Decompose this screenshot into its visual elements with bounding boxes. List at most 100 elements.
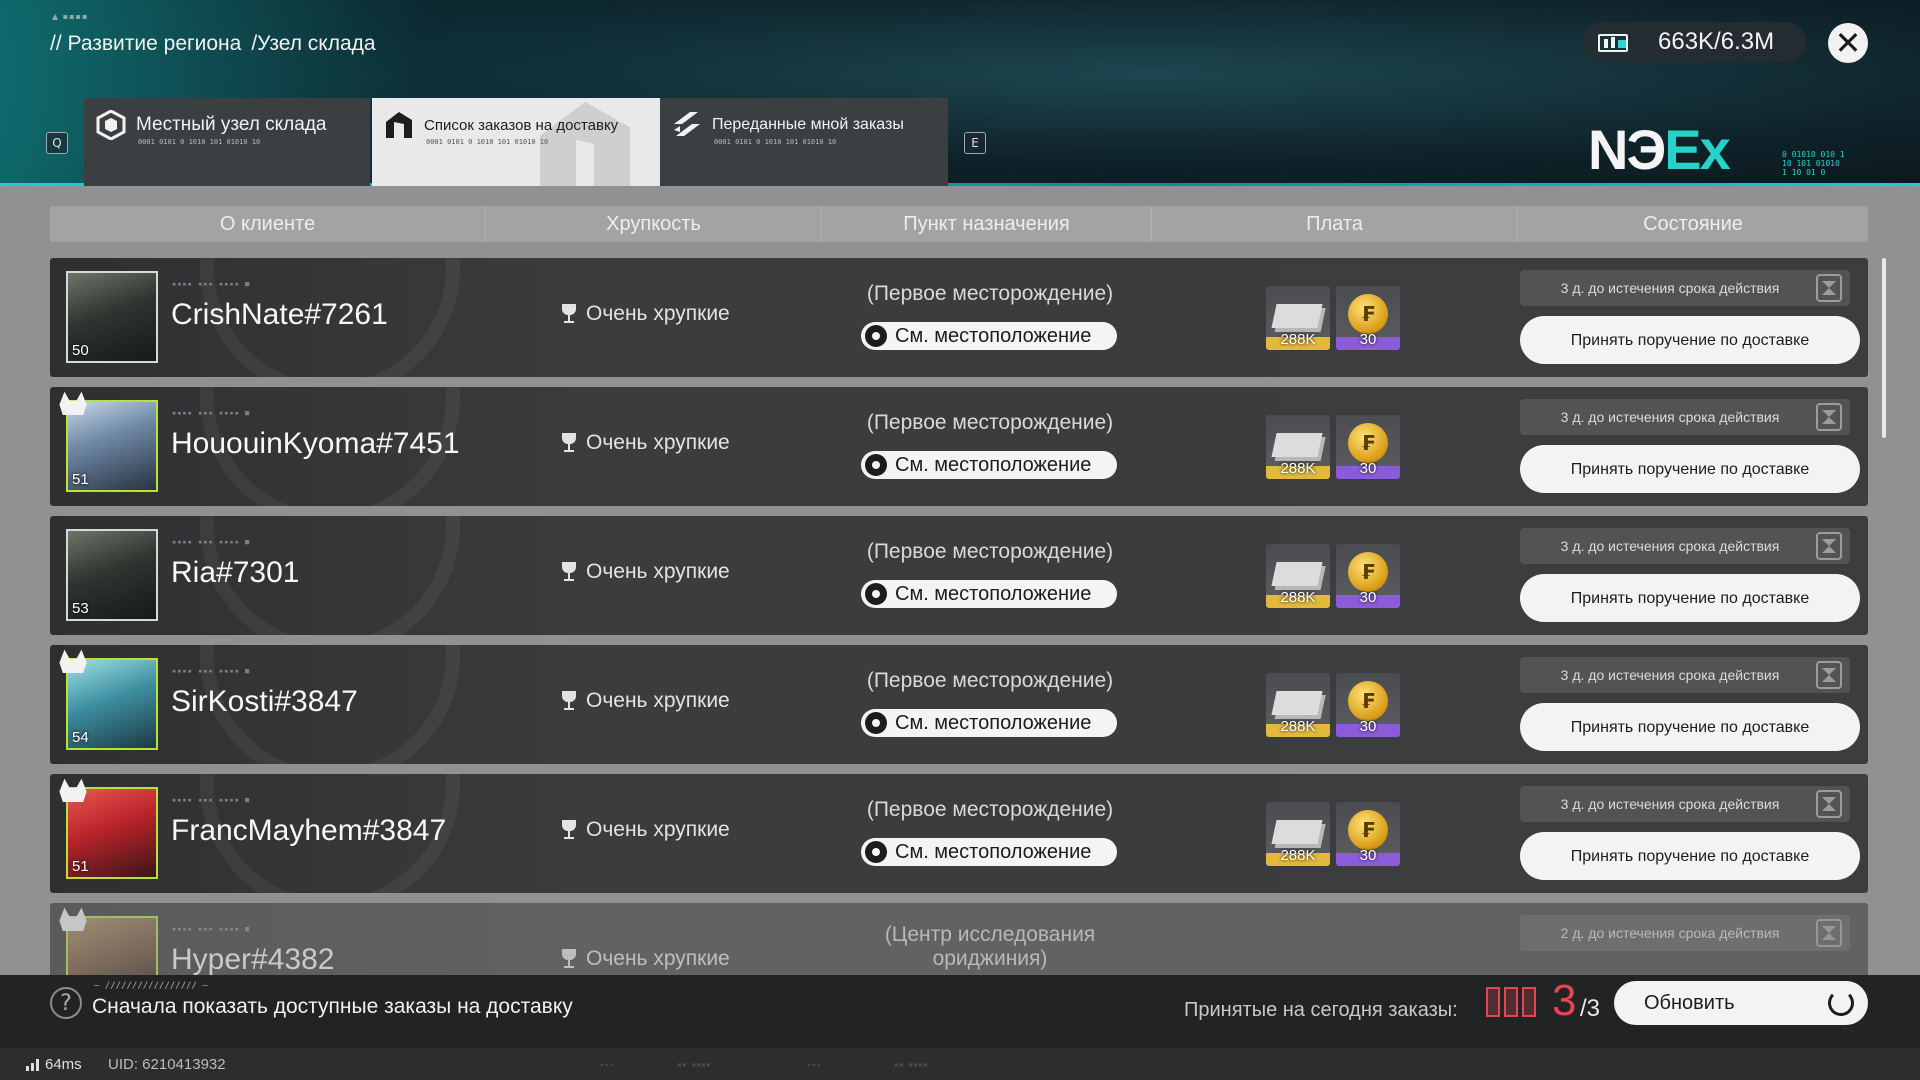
tab-label: Местный узел склада	[136, 114, 327, 135]
view-location-button[interactable]: См. местоположение	[861, 451, 1117, 479]
orders-scrollbar[interactable]	[1882, 258, 1886, 438]
client-avatar[interactable]: 53	[66, 529, 158, 621]
order-row: 54 ▪▪▪▪ ▪▪▪ ▪▪▪▪ ■ SirKosti#3847 Очень х…	[50, 645, 1868, 764]
tab-delivery-orders[interactable]: Список заказов на доставку 0001 0101 0 1…	[372, 98, 660, 186]
client-name: SirKosti#3847	[171, 685, 358, 718]
order-row: 53 ▪▪▪▪ ▪▪▪ ▪▪▪▪ ■ Ria#7301 Очень хрупки…	[50, 516, 1868, 635]
fragile-glass-icon	[562, 562, 576, 582]
storage-capacity-display: 663K/6.3M	[1582, 22, 1806, 62]
credit-ticket-icon	[1271, 562, 1323, 586]
client-level: 50	[72, 342, 89, 359]
credit-ticket-icon	[1271, 820, 1323, 844]
gold-coin-icon: ₣	[1348, 294, 1388, 334]
hourglass-icon	[1816, 532, 1842, 560]
gold-coin-icon: ₣	[1348, 810, 1388, 850]
client-avatar[interactable]: 50	[66, 271, 158, 363]
client-name: Hyper#4382	[171, 943, 335, 976]
location-pin-icon	[865, 583, 887, 605]
accept-order-button[interactable]: Принять поручение по доставке	[1520, 574, 1860, 622]
view-location-button[interactable]: См. местоположение	[861, 709, 1117, 737]
fragility-cell: Очень хрупкие	[562, 689, 730, 713]
today-accepted-bars	[1486, 987, 1536, 1017]
hourglass-icon	[1816, 919, 1842, 947]
filter-available-first-toggle[interactable]: Сначала показать доступные заказы на дос…	[92, 995, 573, 1019]
today-accepted-label: Принятые на сегодня заказы:	[1184, 999, 1458, 1021]
tab-label: Список заказов на доставку	[424, 116, 619, 134]
fragile-glass-icon	[562, 304, 576, 324]
tab-my-orders[interactable]: Переданные мной заказы 0001 0101 0 1010 …	[660, 98, 948, 186]
destination-name: (Первое месторождение)	[866, 540, 1114, 563]
reward-coins[interactable]: ₣ 30	[1336, 544, 1400, 608]
location-pin-icon	[865, 712, 887, 734]
depot-hexagon-icon	[96, 109, 126, 141]
gold-coin-icon: ₣	[1348, 552, 1388, 592]
bottom-bar: ? — ///////////////// — Сначала показать…	[0, 975, 1920, 1048]
brand-logo: NЭEx	[1588, 118, 1731, 181]
help-icon[interactable]: ?	[50, 987, 82, 1019]
hourglass-icon	[1816, 274, 1842, 302]
client-name: FrancMayhem#3847	[171, 814, 447, 847]
expiry-badge: 2 д. до истечения срока действия	[1520, 915, 1850, 951]
client-name: CrishNate#7261	[171, 298, 388, 331]
expiry-badge: 3 д. до истечения срока действия	[1520, 786, 1850, 822]
destination-name: (Первое месторождение)	[866, 411, 1114, 434]
credit-ticket-icon	[1271, 304, 1323, 328]
client-name: HououinKyoma#7451	[171, 427, 460, 460]
fragility-cell: Очень хрупкие	[562, 302, 730, 326]
close-button[interactable]: ✕	[1828, 23, 1868, 63]
accept-order-button[interactable]: Принять поручение по доставке	[1520, 832, 1860, 880]
view-location-button[interactable]: См. местоположение	[861, 580, 1117, 608]
storage-capacity-icon	[1596, 30, 1636, 54]
today-accepted-count: 3	[1552, 976, 1577, 1025]
breadcrumb: // Развитие региона /Узел склада	[50, 32, 376, 56]
network-ping: 64ms	[26, 1056, 82, 1073]
reward-credits[interactable]: 288K	[1266, 802, 1330, 866]
location-pin-icon	[865, 841, 887, 863]
destination-name: (Первое месторождение)	[866, 669, 1114, 692]
next-tab-key-hint[interactable]: E	[964, 132, 986, 154]
reward-coins[interactable]: ₣ 30	[1336, 415, 1400, 479]
client-level: 51	[72, 471, 89, 488]
view-location-button[interactable]: См. местоположение	[861, 322, 1117, 350]
orders-table-header: О клиенте Хрупкость Пункт назначения Пла…	[50, 206, 1868, 242]
user-id: UID: 6210413932	[108, 1056, 226, 1073]
destination-name: (Первое месторождение)	[866, 282, 1114, 305]
brand-code-deco: 0 01010 010 1 10 101 01010 1 10 01 0	[1782, 150, 1845, 177]
destination-name: (Центр исследования ориджиния)	[884, 923, 1096, 970]
location-pin-icon	[865, 454, 887, 476]
order-row: ▪▪▪▪ ▪▪▪ ▪▪▪▪ ■ Hyper#4382 Очень хрупкие…	[50, 903, 1868, 977]
accept-order-button[interactable]: Принять поручение по доставке	[1520, 316, 1860, 364]
destination-name: (Первое месторождение)	[866, 798, 1114, 821]
delivery-house-icon	[384, 110, 414, 140]
refresh-icon	[1828, 990, 1854, 1016]
today-accepted-total: /3	[1580, 995, 1601, 1022]
accept-order-button[interactable]: Принять поручение по доставке	[1520, 703, 1860, 751]
credit-ticket-icon	[1271, 691, 1323, 715]
client-level: 54	[72, 729, 89, 746]
reward-credits[interactable]: 288K	[1266, 286, 1330, 350]
view-location-button[interactable]: См. местоположение	[861, 838, 1117, 866]
gold-coin-icon: ₣	[1348, 423, 1388, 463]
reward-credits[interactable]: 288K	[1266, 673, 1330, 737]
credit-ticket-icon	[1271, 433, 1323, 457]
reward-coins[interactable]: ₣ 30	[1336, 286, 1400, 350]
order-row: 51 ▪▪▪▪ ▪▪▪ ▪▪▪▪ ■ HououinKyoma#7451 Оче…	[50, 387, 1868, 506]
reward-coins[interactable]: ₣ 30	[1336, 802, 1400, 866]
breadcrumb-depot: /Узел склада	[251, 32, 376, 55]
status-strip: 64ms UID: 6210413932 ▸▸▸ ▪▪ ▪▪▪▪ ▸▸▸ ▪▪ …	[0, 1048, 1920, 1080]
location-pin-icon	[865, 325, 887, 347]
prev-tab-key-hint[interactable]: Q	[46, 132, 68, 154]
breadcrumb-region[interactable]: // Развитие региона	[50, 32, 241, 56]
fragile-glass-icon	[562, 949, 576, 969]
tab-local-depot[interactable]: Местный узел склада 0001 0101 0 1010 101…	[84, 98, 370, 186]
refresh-button[interactable]: Обновить	[1614, 981, 1868, 1025]
reward-credits[interactable]: 288K	[1266, 415, 1330, 479]
fragile-glass-icon	[562, 820, 576, 840]
storage-capacity-value: 663K/6.3M	[1658, 28, 1775, 55]
reward-credits[interactable]: 288K	[1266, 544, 1330, 608]
accept-order-button[interactable]: Принять поручение по доставке	[1520, 445, 1860, 493]
reward-coins[interactable]: ₣ 30	[1336, 673, 1400, 737]
column-status: Состояние	[1643, 212, 1743, 235]
hourglass-icon	[1816, 790, 1842, 818]
fragility-cell: Очень хрупкие	[562, 560, 730, 584]
